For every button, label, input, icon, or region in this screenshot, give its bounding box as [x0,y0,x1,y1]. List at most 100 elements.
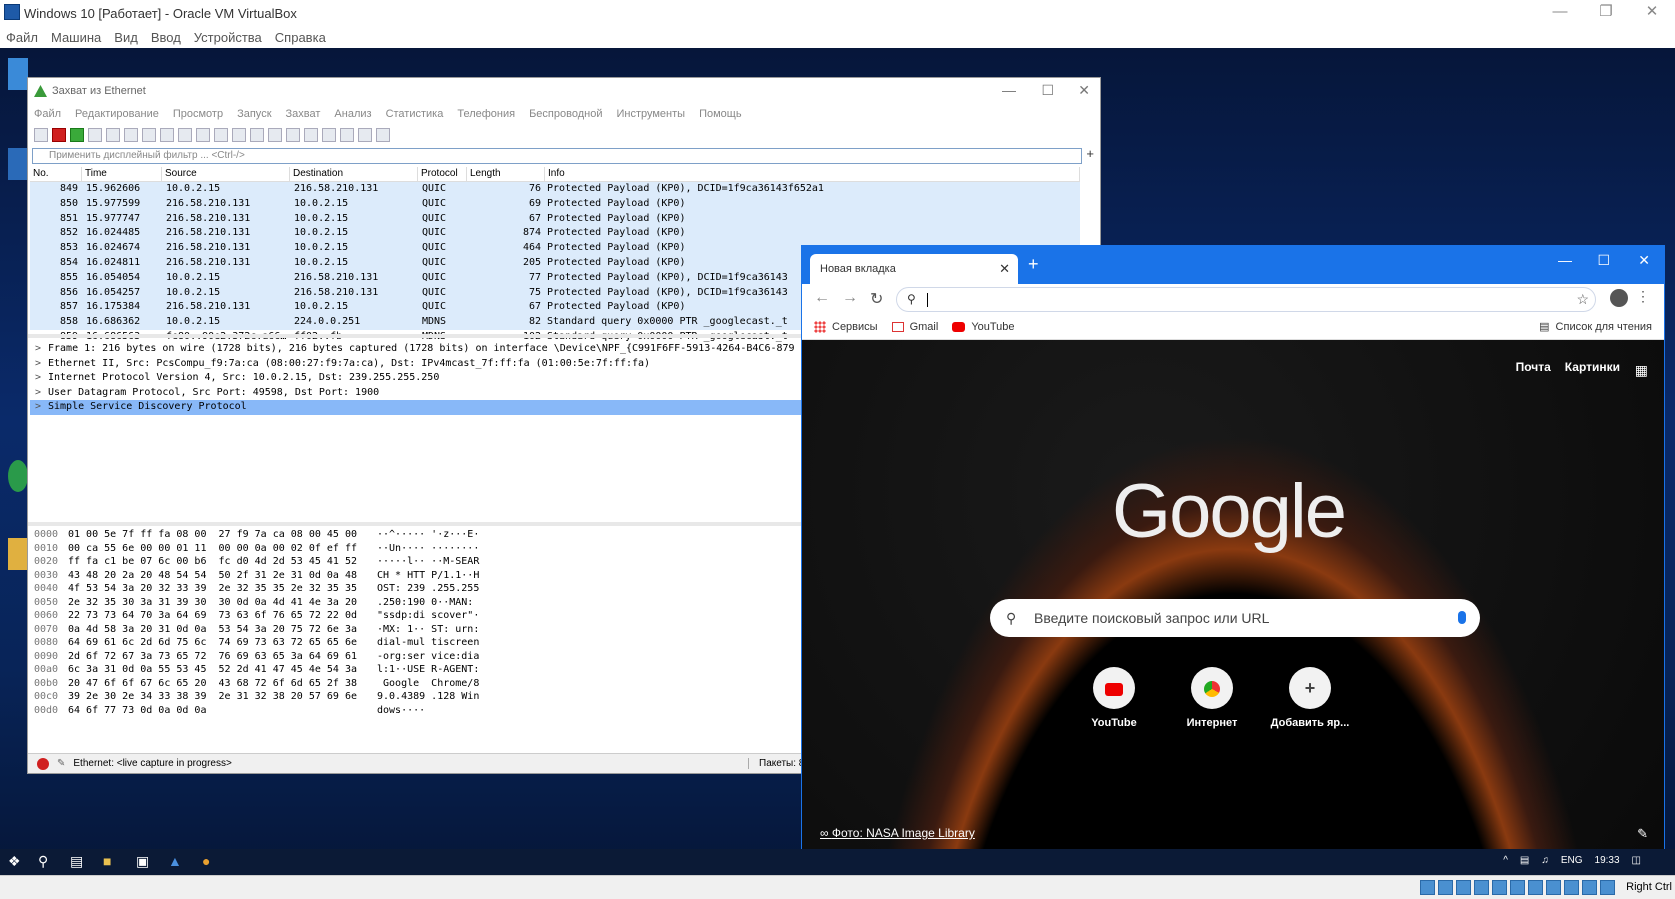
tab-new-tab[interactable]: Новая вкладка ✕ [810,254,1018,284]
close-icon[interactable]: ✕ [1629,0,1675,26]
restart-capture-icon[interactable] [70,128,84,142]
keyboard-capture-icon[interactable] [1600,880,1615,895]
go-back-icon[interactable] [196,128,210,142]
hdd-icon[interactable] [1420,880,1435,895]
shared-folders-icon[interactable] [1510,880,1525,895]
start-icon[interactable]: ❖ [8,853,21,870]
reload-file-icon[interactable] [160,128,174,142]
forward-icon[interactable]: → [842,289,858,307]
usb-icon[interactable] [1492,880,1507,895]
colorize-icon[interactable] [304,128,318,142]
customize-pencil-icon[interactable]: ✎ [1637,826,1648,842]
back-icon[interactable]: ← [814,289,830,307]
microphone-icon[interactable] [1458,611,1466,624]
vbox-menu-help[interactable]: Справка [275,30,326,45]
windows-desktop-icon[interactable] [8,148,28,180]
col-source[interactable]: Source [162,167,290,182]
chrome-desktop-icon[interactable] [8,460,28,492]
ws-menu-telephony[interactable]: Телефония [457,108,515,120]
ws-menu-file[interactable]: Файл [34,108,61,120]
more-menu-icon[interactable]: ⋮ [1636,288,1650,305]
col-destination[interactable]: Destination [290,167,418,182]
ws-menu-view[interactable]: Просмотр [173,108,223,120]
packet-row[interactable]: 851 15.977747 216.58.210.131 10.0.2.15 QUIC 6… [30,212,1080,227]
vbox-menu-devices[interactable]: Устройства [194,30,262,45]
maximize-icon[interactable]: ☐ [1041,82,1054,99]
zoom-normal-icon[interactable] [358,128,372,142]
shortcut-youtube[interactable]: YouTube [1066,667,1162,729]
clock[interactable]: 19:33 [1595,855,1620,866]
restore-icon[interactable]: ❐ [1583,0,1629,26]
packet-row[interactable]: 850 15.977599 216.58.210.131 10.0.2.15 QUIC 6… [30,197,1080,212]
gmail-link[interactable]: Почта [1516,360,1551,374]
capture-record-icon[interactable] [37,757,49,770]
ws-menu-analyze[interactable]: Анализ [334,108,371,120]
maximize-icon[interactable]: ☐ [1597,252,1610,269]
capture-options-icon[interactable] [88,128,102,142]
minimize-icon[interactable]: — [1537,0,1583,26]
stop-capture-icon[interactable] [52,128,66,142]
ws-menu-help[interactable]: Помощь [699,108,742,120]
bookmark-gmail[interactable]: Gmail [891,321,938,333]
network-icon[interactable]: ▤ [1520,855,1529,866]
vt-x-icon[interactable] [1564,880,1579,895]
close-file-icon[interactable] [142,128,156,142]
autoscroll-icon[interactable] [286,128,300,142]
search-box[interactable]: ⚲ Введите поисковый запрос или URL [990,599,1480,637]
ws-menu-edit[interactable]: Редактирование [75,108,159,120]
images-link[interactable]: Картинки [1565,360,1620,374]
open-file-icon[interactable] [106,128,120,142]
ws-menu-wireless[interactable]: Беспроводной [529,108,602,120]
col-info[interactable]: Info [545,167,1080,182]
col-protocol[interactable]: Protocol [418,167,467,182]
display-filter-input[interactable]: Применить дисплейный фильтр ... <Ctrl-/> [32,148,1082,164]
network-adapter-icon[interactable] [1474,880,1489,895]
save-file-icon[interactable] [124,128,138,142]
ws-menu-statistics[interactable]: Статистика [386,108,444,120]
col-length[interactable]: Length [467,167,545,182]
store-icon[interactable]: ▣ [136,853,149,870]
packet-row[interactable]: 852 16.024485 216.58.210.131 10.0.2.15 QUIC 8… [30,226,1080,241]
wireshark-taskbar-icon[interactable]: ▲ [168,853,182,869]
add-filter-button[interactable]: + [1086,146,1094,161]
photo-credit-link[interactable]: ∞ Фото: NASA Image Library [820,826,975,840]
first-packet-icon[interactable] [250,128,264,142]
close-icon[interactable]: ✕ [1078,82,1090,99]
ws-menu-capture[interactable]: Захват [286,108,321,120]
minimize-icon[interactable]: — [1558,252,1572,268]
language-indicator[interactable]: ENG [1561,855,1583,866]
chrome-taskbar-icon[interactable]: ● [202,853,210,869]
volume-icon[interactable]: ♫ [1541,855,1549,866]
close-icon[interactable]: ✕ [1638,252,1650,269]
optical-drive-icon[interactable] [1438,880,1453,895]
task-view-icon[interactable]: ▤ [70,853,83,870]
folder-desktop-icon[interactable] [8,538,28,570]
col-time[interactable]: Time [82,167,162,182]
packet-row[interactable]: 849 15.962606 10.0.2.15 216.58.210.131 QUIC 7… [30,182,1080,197]
col-no[interactable]: No. [30,167,82,182]
profile-avatar-icon[interactable] [1610,289,1628,307]
reload-icon[interactable]: ↻ [870,289,883,309]
vbox-menu-view[interactable]: Вид [114,30,138,45]
expert-info-icon[interactable]: ✎ [57,758,65,769]
google-apps-icon[interactable]: ▦ [1635,362,1648,379]
search-icon[interactable]: ⚲ [38,853,48,870]
this-pc-icon[interactable] [8,58,28,90]
new-tab-icon[interactable]: + [1028,254,1039,275]
shortcut-internet[interactable]: Интернет [1164,667,1260,729]
add-shortcut[interactable]: + Добавить яр... [1262,667,1358,729]
video-capture-icon[interactable] [1546,880,1561,895]
vbox-menu-machine[interactable]: Машина [51,30,101,45]
ws-menu-tools[interactable]: Инструменты [616,108,685,120]
bookmark-apps[interactable]: Сервисы [814,320,878,333]
tray-chevron-icon[interactable]: ^ [1503,855,1508,866]
zoom-out-icon[interactable] [340,128,354,142]
find-packet-icon[interactable] [178,128,192,142]
address-bar[interactable]: ⚲ ☆ [896,287,1596,312]
mouse-integration-icon[interactable] [1582,880,1597,895]
last-packet-icon[interactable] [268,128,282,142]
minimize-icon[interactable]: — [1002,82,1016,98]
resize-columns-icon[interactable] [376,128,390,142]
vbox-menu-file[interactable]: Файл [6,30,38,45]
bookmark-youtube[interactable]: YouTube [952,321,1015,333]
